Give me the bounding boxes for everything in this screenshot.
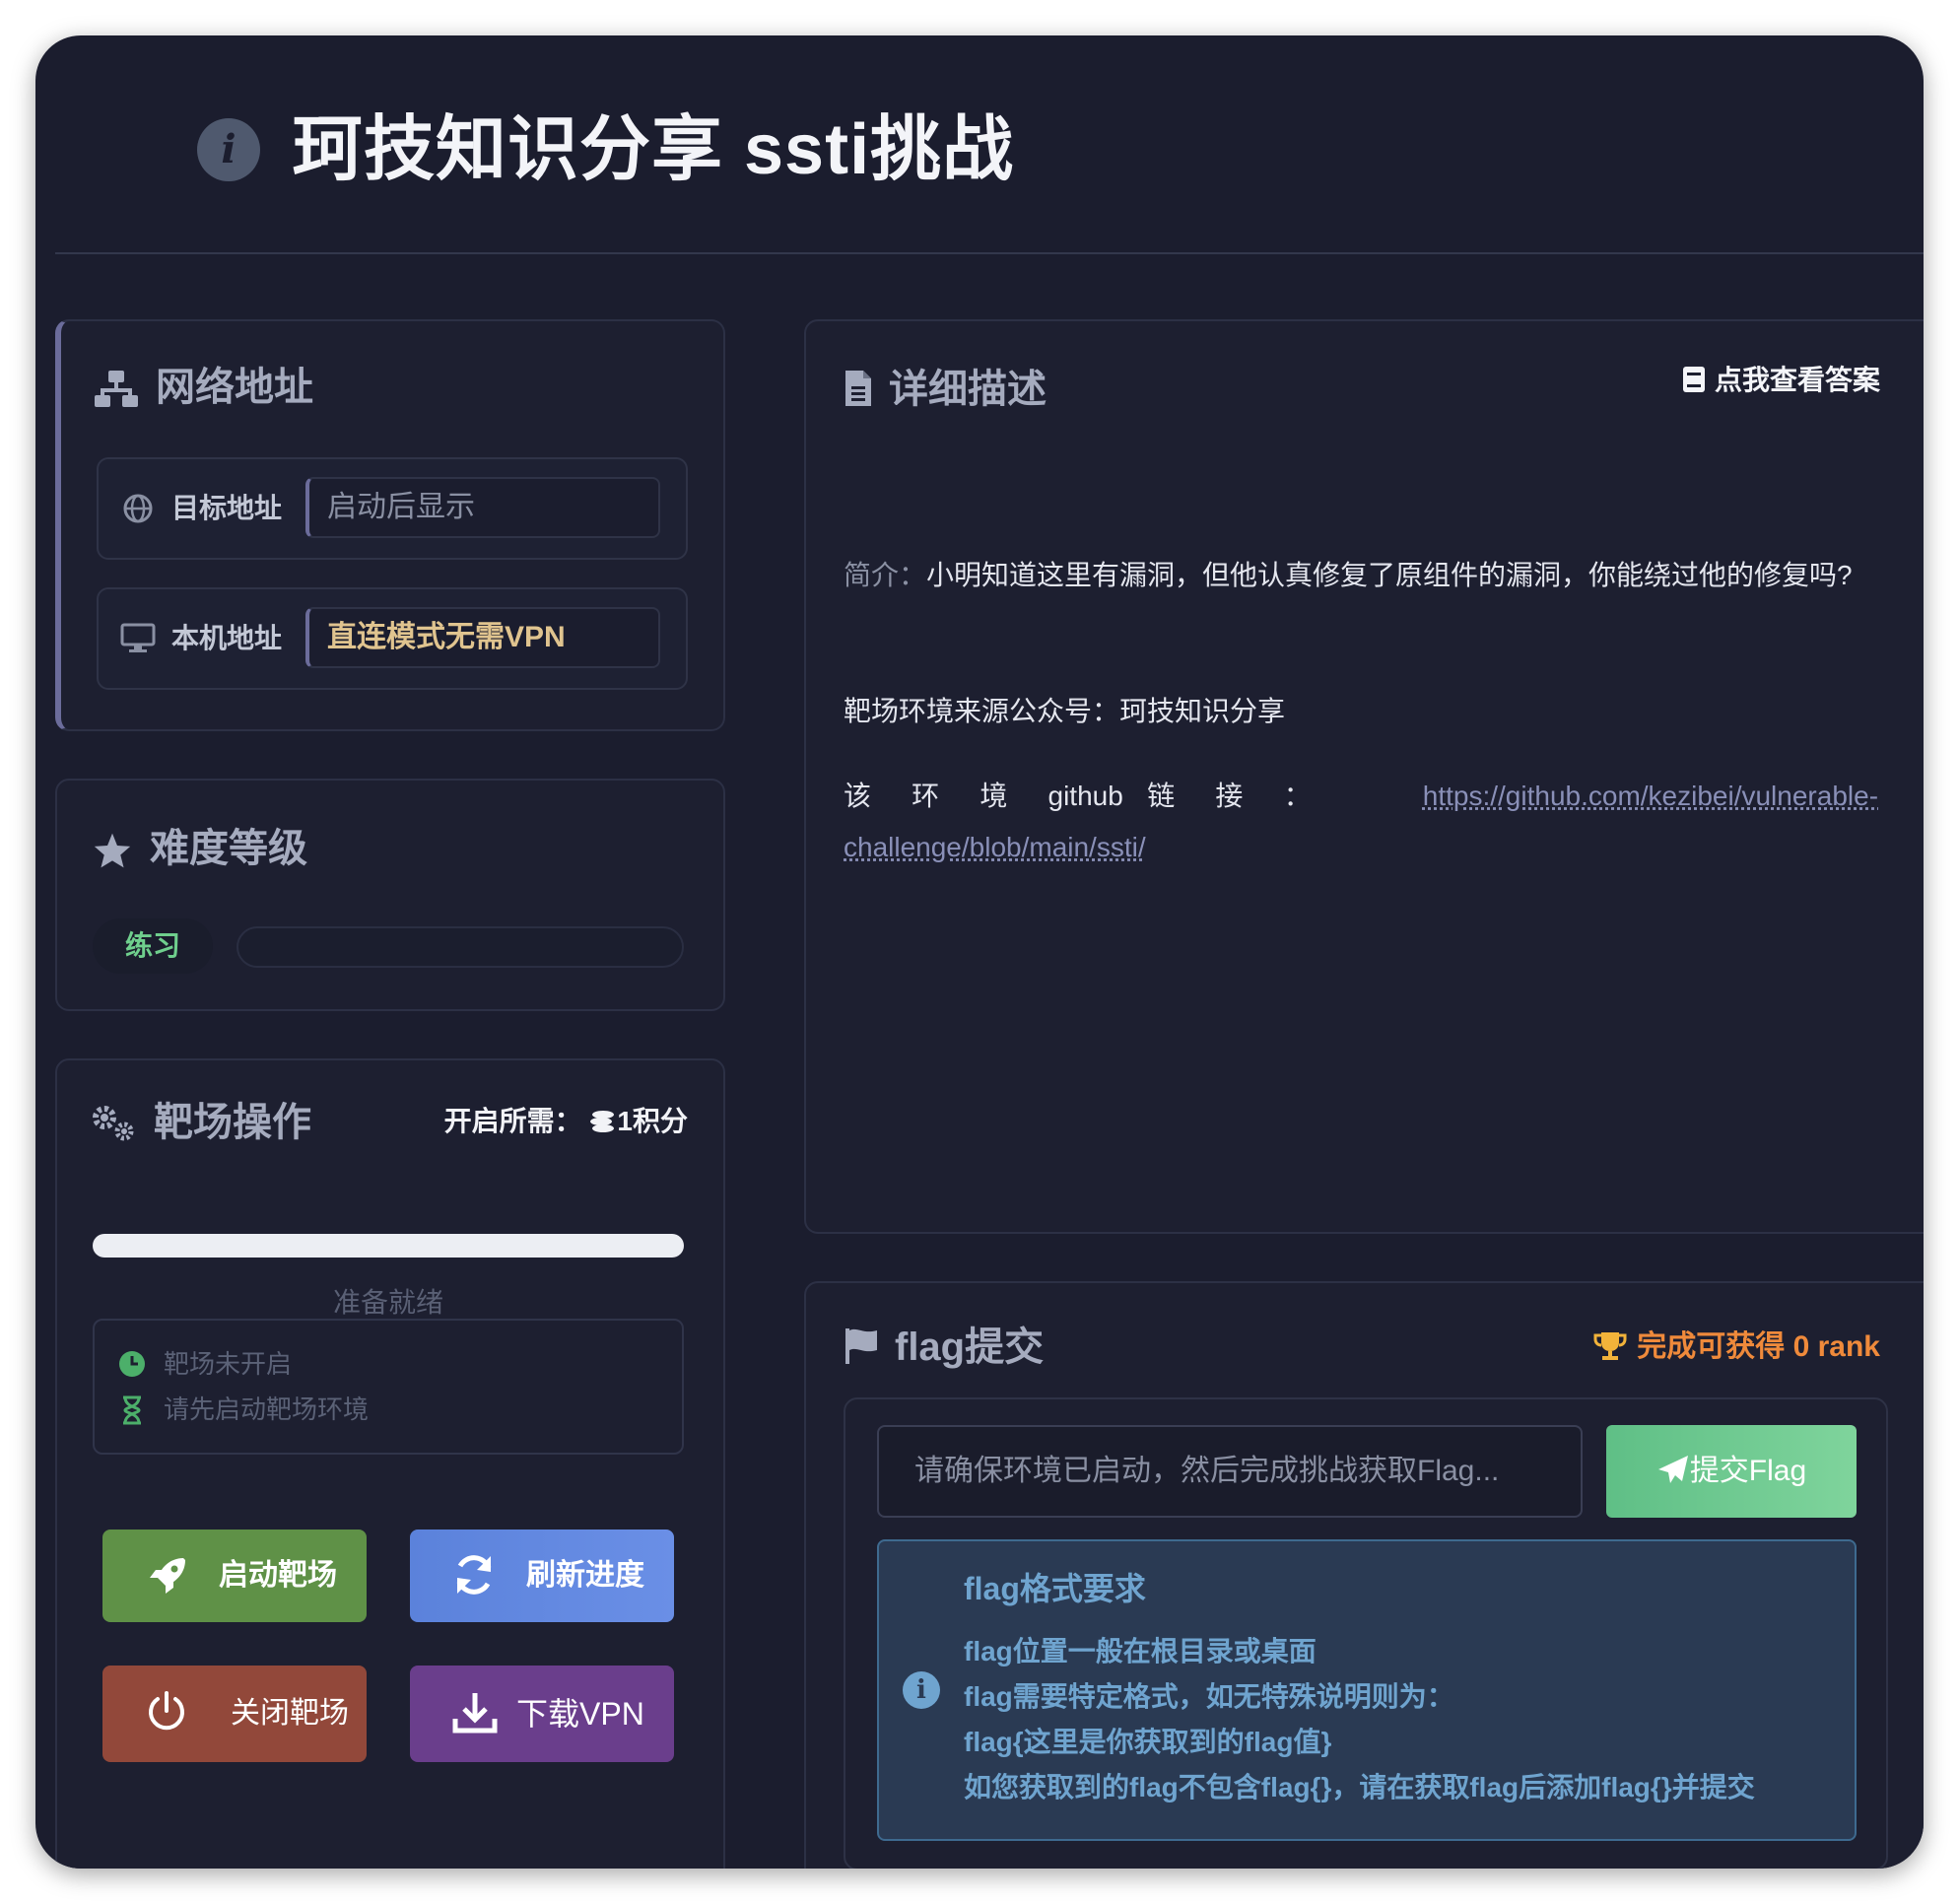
gears-icon xyxy=(93,1106,134,1141)
network-title: 网络地址 xyxy=(156,366,313,409)
flag-icon xyxy=(845,1328,877,1364)
launch-progress-bar xyxy=(93,1234,684,1258)
book-icon xyxy=(1682,367,1705,392)
local-address-value: 直连模式无需VPN xyxy=(305,607,660,668)
cost-label: 开启所需： xyxy=(443,1106,582,1136)
intro-label: 简介： xyxy=(844,560,927,590)
flag-format-line: 如您获取到的flag不包含flag{}，请在获取flag后添加flag{}并提交 xyxy=(964,1772,1755,1802)
download-vpn-label: 下载VPN xyxy=(516,1696,644,1732)
download-vpn-button[interactable]: 下载VPN xyxy=(410,1666,674,1762)
submit-flag-button[interactable]: 提交Flag xyxy=(1606,1425,1857,1518)
info-icon: i xyxy=(903,1671,940,1709)
status-line-hint: 请先启动靶场环境 xyxy=(164,1394,370,1424)
reward-text: 完成可获得 0 rank xyxy=(1637,1330,1880,1363)
flag-format-line: flag需要特定格式，如无特殊说明则为： xyxy=(964,1681,1454,1712)
flag-format-line: flag{这里是你获取到的flag值} xyxy=(964,1727,1332,1757)
paper-plane-icon xyxy=(1657,1456,1688,1483)
target-address-value: 启动后显示 xyxy=(305,477,660,538)
stop-range-label: 关闭靶场 xyxy=(231,1697,349,1730)
description-title: 详细描述 xyxy=(889,368,1047,411)
status-line-not-started: 靶场未开启 xyxy=(164,1349,293,1379)
flag-format-line: flag位置一般在根目录或桌面 xyxy=(964,1636,1317,1666)
start-range-button[interactable]: 启动靶场 xyxy=(102,1530,367,1622)
github-label: 该 环 境 github 链 接 ： xyxy=(844,781,1328,811)
reward-info: 完成可获得 0 rank xyxy=(1593,1326,1880,1368)
local-address-label: 本机地址 xyxy=(171,623,283,653)
operations-title: 靶场操作 xyxy=(154,1101,311,1144)
coins-icon xyxy=(590,1111,615,1132)
refresh-progress-label: 刷新进度 xyxy=(526,1559,644,1592)
description-card: 详细描述 点我查看答案 简介：小明知道这里有漏洞，但他认真修复了原组件的漏洞，你… xyxy=(804,319,1924,1234)
star-icon xyxy=(94,833,131,868)
flag-card: flag提交 完成可获得 0 rank 请确保环境已启动，然后完成挑战获取Fla… xyxy=(804,1281,1924,1869)
header-divider xyxy=(55,252,1924,254)
github-paragraph: 该 环 境 github 链 接 ： https://github.com/ke… xyxy=(844,771,1878,873)
difficulty-bar xyxy=(236,926,684,968)
local-address-row: 本机地址 直连模式无需VPN xyxy=(97,587,688,690)
view-answer-link[interactable]: 点我查看答案 xyxy=(1681,361,1880,400)
submit-flag-label: 提交Flag xyxy=(1689,1455,1807,1487)
cost-value: 1积分 xyxy=(617,1106,688,1136)
trophy-icon xyxy=(1593,1332,1627,1360)
progress-status: 准备就绪 xyxy=(332,1287,443,1318)
page-title: 珂技知识分享 ssti挑战 xyxy=(292,110,1015,189)
flag-input[interactable]: 请确保环境已启动，然后完成挑战获取Flag... xyxy=(877,1425,1583,1518)
difficulty-title: 难度等级 xyxy=(150,827,307,870)
refresh-progress-button[interactable]: 刷新进度 xyxy=(410,1530,674,1622)
target-address-label: 目标地址 xyxy=(171,493,283,523)
clock-icon xyxy=(119,1351,145,1377)
rocket-icon xyxy=(150,1558,185,1594)
app-window: i 珂技知识分享 ssti挑战 网络地址 目标地址 启动后显示 本机地址 直连模… xyxy=(35,35,1924,1869)
refresh-icon xyxy=(456,1555,492,1595)
cost-info: 开启所需： 1积分 xyxy=(444,1102,688,1141)
document-icon xyxy=(845,371,871,406)
hourglass-icon xyxy=(123,1395,141,1425)
network-card: 网络地址 目标地址 启动后显示 本机地址 直连模式无需VPN xyxy=(55,319,725,731)
difficulty-badge: 练习 xyxy=(93,918,213,974)
info-icon: i xyxy=(197,118,260,181)
power-icon xyxy=(149,1691,184,1731)
difficulty-card: 难度等级 练习 xyxy=(55,779,725,1011)
source-paragraph: 靶场环境来源公众号：珂技知识分享 xyxy=(844,696,1286,726)
intro-text: 小明知道这里有漏洞，但他认真修复了原组件的漏洞，你能绕过他的修复吗? xyxy=(926,560,1853,590)
intro-paragraph: 简介：小明知道这里有漏洞，但他认真修复了原组件的漏洞，你能绕过他的修复吗? xyxy=(844,550,1878,601)
desktop-icon xyxy=(120,623,156,652)
target-address-row: 目标地址 启动后显示 xyxy=(97,457,688,560)
operations-card: 靶场操作 开启所需： 1积分 准备就绪 靶场未开启 请先启动靶场环境 启动靶场 … xyxy=(55,1058,725,1869)
flag-format-info: i flag格式要求 flag位置一般在根目录或桌面 flag需要特定格式，如无… xyxy=(877,1539,1857,1841)
globe-icon xyxy=(123,494,153,523)
flag-title: flag提交 xyxy=(895,1326,1045,1369)
start-range-label: 启动靶场 xyxy=(219,1559,337,1592)
status-box: 靶场未开启 请先启动靶场环境 xyxy=(93,1319,684,1455)
sitemap-icon xyxy=(95,371,138,407)
view-answer-label: 点我查看答案 xyxy=(1714,365,1880,395)
flag-panel: 请确保环境已启动，然后完成挑战获取Flag... 提交Flag i flag格式… xyxy=(844,1397,1888,1869)
download-icon xyxy=(452,1693,498,1734)
stop-range-button[interactable]: 关闭靶场 xyxy=(102,1666,367,1762)
flag-format-title: flag格式要求 xyxy=(964,1571,1146,1606)
